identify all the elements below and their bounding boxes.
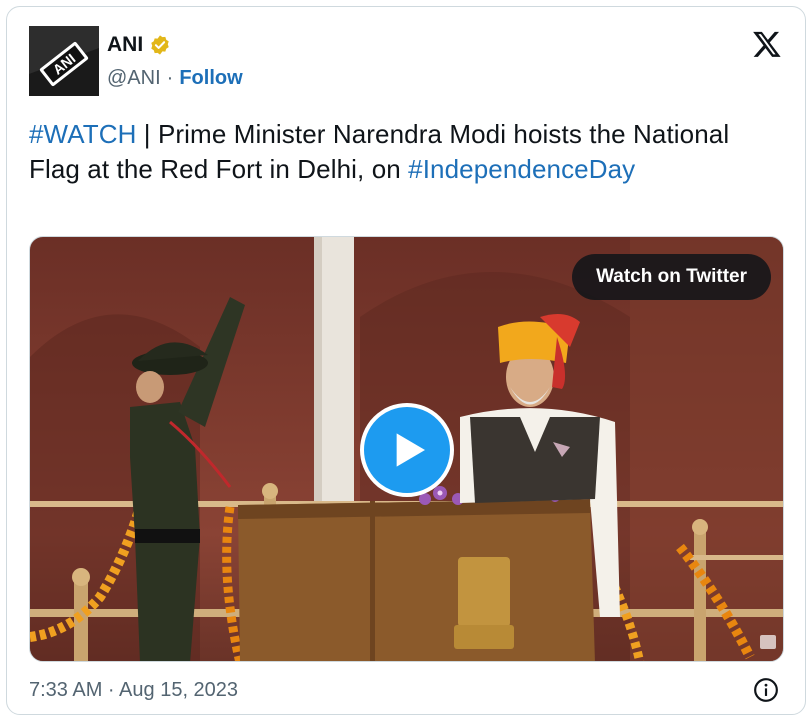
x-logo-icon[interactable] <box>751 29 783 59</box>
hashtag-watch-link[interactable]: #WATCH <box>29 119 136 149</box>
hashtag-independenceday-link[interactable]: #IndependenceDay <box>408 154 635 184</box>
info-icon[interactable] <box>753 677 779 703</box>
watch-on-twitter-button[interactable]: Watch on Twitter <box>572 254 771 300</box>
author-name[interactable]: ANI <box>107 33 143 57</box>
tweet-card[interactable]: ANI ANI @ANI · Follow #WATCH | Prime Min… <box>6 6 806 715</box>
ani-logo-icon: ANI <box>29 26 99 96</box>
tweet-timestamp[interactable]: 7:33 AM · Aug 15, 2023 <box>29 679 238 702</box>
tweet-text: #WATCH | Prime Minister Narendra Modi ho… <box>29 117 769 187</box>
separator-dot: · <box>166 67 174 89</box>
verified-badge-icon <box>151 35 169 55</box>
video-thumbnail[interactable]: Watch on Twitter <box>29 236 784 662</box>
author-handle[interactable]: @ANI <box>107 67 161 90</box>
follow-button[interactable]: Follow <box>179 67 242 90</box>
avatar[interactable]: ANI <box>29 26 99 96</box>
play-icon <box>396 433 425 467</box>
play-button[interactable] <box>360 403 454 497</box>
